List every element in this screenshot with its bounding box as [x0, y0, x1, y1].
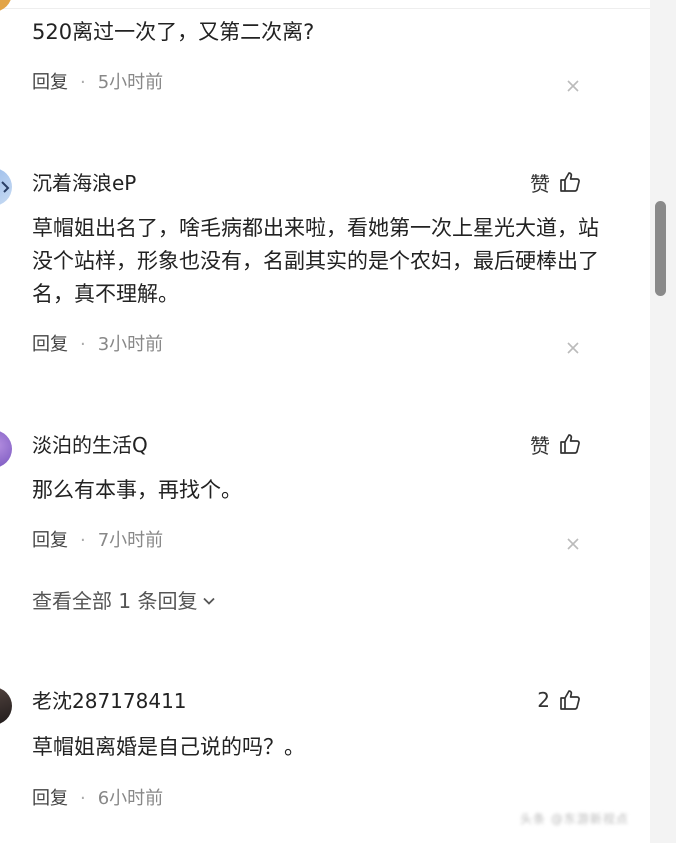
avatar[interactable]: [0, 687, 12, 725]
timestamp: 5小时前: [97, 72, 164, 93]
avatar-image-icon: [1, 181, 10, 193]
comment-meta: 回复 · 7小时前: [32, 530, 163, 552]
reply-button[interactable]: 回复: [32, 788, 68, 810]
comment-username[interactable]: 淡泊的生活Q: [32, 433, 148, 457]
timestamp: 7小时前: [97, 530, 164, 551]
comment-text: 草帽姐出名了，啥毛病都出来啦，看她第一次上星光大道，站没个站样，形象也没有，名副…: [32, 216, 599, 306]
chevron-down-icon: [203, 597, 216, 605]
like-button[interactable]: 2: [537, 687, 582, 713]
comment-meta: 回复 · 3小时前: [32, 334, 163, 356]
top-divider: [0, 8, 650, 9]
thumb-up-icon: [560, 690, 580, 710]
avatar[interactable]: [0, 0, 12, 12]
view-all-replies-button[interactable]: 查看全部 1 条回复: [32, 588, 217, 614]
separator-dot: ·: [80, 530, 86, 551]
like-button[interactable]: 赞: [530, 431, 582, 458]
timestamp: 3小时前: [97, 334, 164, 355]
watermark: 头条 @东游新视点: [520, 812, 629, 826]
reply-button[interactable]: 回复: [32, 530, 68, 552]
close-icon[interactable]: [565, 536, 581, 552]
comment-text: 那么有本事，再找个。: [32, 478, 242, 502]
comment-text: 520离过一次了，又第二次离?: [32, 20, 315, 44]
like-button[interactable]: 赞: [530, 169, 582, 196]
avatar[interactable]: [0, 168, 12, 206]
like-label: 赞: [530, 171, 550, 196]
comment-username[interactable]: 沉着海浪eP: [32, 171, 136, 195]
comment-text: 草帽姐离婚是自己说的吗？。: [32, 735, 305, 759]
reply-button[interactable]: 回复: [32, 334, 68, 356]
comment-meta: 回复 · 5小时前: [32, 72, 163, 94]
timestamp: 6小时前: [97, 788, 164, 809]
scrollbar-thumb[interactable]: [655, 201, 666, 296]
avatar[interactable]: [0, 430, 12, 468]
like-label: 赞: [530, 433, 550, 458]
separator-dot: ·: [80, 334, 86, 355]
separator-dot: ·: [80, 788, 86, 809]
view-all-label: 查看全部 1 条回复: [32, 589, 198, 613]
like-count: 2: [537, 688, 550, 712]
separator-dot: ·: [80, 72, 86, 93]
comment-username[interactable]: 老沈287178411: [32, 689, 187, 713]
close-icon[interactable]: [565, 78, 581, 94]
scrollbar-track[interactable]: [650, 0, 676, 843]
comment-meta: 回复 · 6小时前: [32, 788, 163, 810]
close-icon[interactable]: [565, 340, 581, 356]
thumb-up-icon: [560, 434, 580, 454]
reply-button[interactable]: 回复: [32, 72, 68, 94]
thumb-up-icon: [560, 172, 580, 192]
